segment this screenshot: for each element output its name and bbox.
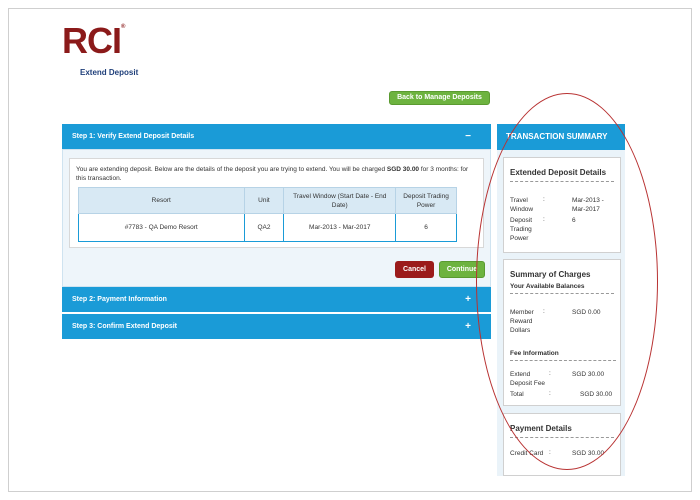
cell-unit: QA2 [243,213,285,242]
total-label: Total [510,391,524,398]
col-resort: Resort [78,187,245,214]
transaction-summary: TRANSACTION SUMMARY Extended Deposit Det… [497,124,625,476]
colon: : [543,216,545,223]
colon: : [549,449,551,456]
colon: : [543,308,545,315]
cell-trading-power: 6 [395,213,457,242]
step2-title: Step 2: Payment Information [72,296,167,303]
trading-power-value: 6 [572,217,576,224]
charges-title: Summary of Charges [510,270,591,279]
summary-of-charges-card: Summary of Charges Your Available Balanc… [503,259,621,406]
deposit-intro-text: You are extending deposit. Below are the… [76,166,469,182]
balances-label: Your Available Balances [510,283,585,290]
cell-travel-window: Mar-2013 - Mar-2017 [283,213,397,242]
col-travel-window: Travel Window (Start Date - End Date) [283,187,397,214]
deposit-info-box: You are extending deposit. Below are the… [69,158,484,248]
step3-header[interactable]: Step 3: Confirm Extend Deposit + [62,314,491,339]
payment-title: Payment Details [510,424,572,433]
total-value: SGD 30.00 [580,391,613,398]
travel-window-label: Travel Window [510,197,534,213]
step2-header[interactable]: Step 2: Payment Information + [62,287,491,312]
cancel-button[interactable]: Cancel [395,261,434,278]
colon: : [549,370,551,377]
trading-power-label: Deposit Trading Power [510,217,533,242]
divider [510,293,614,294]
page-title: Extend Deposit [80,68,139,77]
divider [510,437,614,438]
step1-header[interactable]: Step 1: Verify Extend Deposit Details − [62,124,491,149]
deposit-table: Resort Unit Travel Window (Start Date - … [78,187,457,242]
rci-logo[interactable]: RCI® [62,20,126,62]
collapse-icon[interactable]: − [465,124,471,149]
expand-icon[interactable]: + [465,287,471,312]
reward-dollars-label: Member Reward Dollars [510,309,534,334]
fee-info-label: Fee Information [510,350,559,357]
extended-deposit-title: Extended Deposit Details [510,168,607,177]
extend-fee-value: SGD 30.00 [572,371,605,378]
expand-icon[interactable]: + [465,314,471,339]
col-trading-power: Deposit Trading Power [395,187,457,214]
step1-title: Step 1: Verify Extend Deposit Details [72,133,195,140]
travel-window-value: Mar-2013 - Mar-2017 [572,197,604,213]
step3-title: Step 3: Confirm Extend Deposit [72,323,178,330]
step3-panel: Step 3: Confirm Extend Deposit + [62,314,491,339]
continue-button[interactable]: Continue [439,261,485,278]
summary-title: TRANSACTION SUMMARY [497,124,625,150]
step2-panel: Step 2: Payment Information + [62,287,491,312]
colon: : [543,196,545,203]
credit-card-label: Credit Card [510,450,544,457]
extended-deposit-card: Extended Deposit Details Travel Window :… [503,157,621,253]
cell-resort: #7783 - QA Demo Resort [78,213,245,242]
divider [510,360,616,361]
extend-fee-label: Extend Deposit Fee [510,371,546,387]
divider [510,181,614,182]
colon: : [549,390,551,397]
reward-dollars-value: SGD 0.00 [572,309,601,316]
col-unit: Unit [243,187,285,214]
table-row: #7783 - QA Demo Resort QA2 Mar-2013 - Ma… [78,213,457,242]
back-to-manage-deposits-button[interactable]: Back to Manage Deposits [389,91,490,105]
credit-card-value: SGD 30.00 [572,450,605,457]
payment-details-card: Payment Details Credit Card : SGD 30.00 [503,413,621,476]
